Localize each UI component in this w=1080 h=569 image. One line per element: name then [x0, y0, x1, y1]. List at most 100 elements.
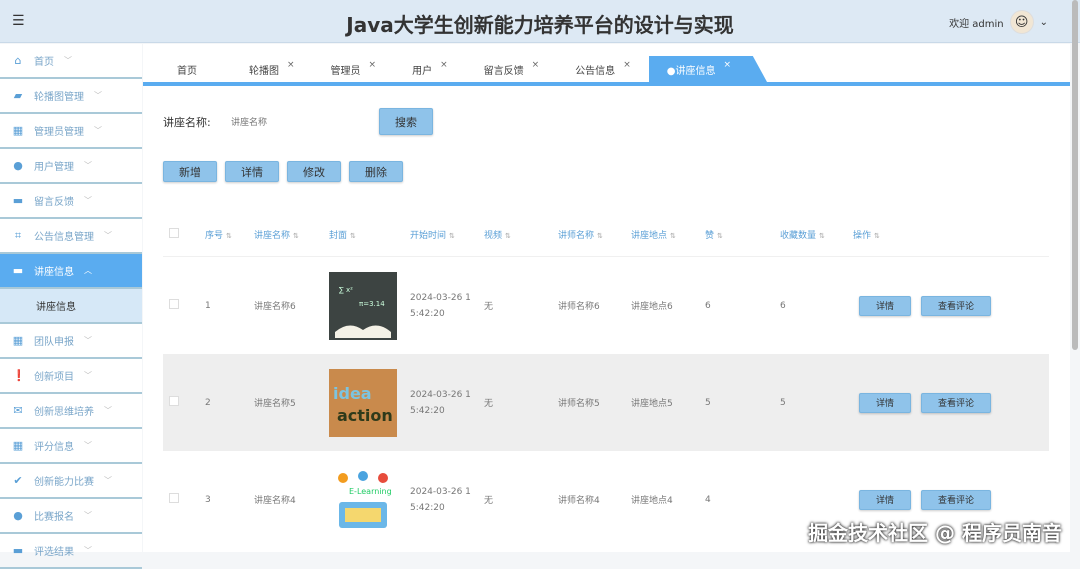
table-header: 序号 ⇅ 讲座名称 ⇅ 封面 ⇅ 开始时间 ⇅ 视频 ⇅ 讲师名称 ⇅ 讲座地点 ⇅ 赞 ⇅ 收藏数量 ⇅ 操作 ⇅ [163, 212, 1049, 257]
sidebar-item[interactable]: ❗ 创新项目 ﹀ [0, 359, 142, 394]
sidebar-subitem-lecture-info[interactable]: 讲座信息 [0, 289, 142, 324]
cell-time: 2024-03-26 1 5:42:20 [410, 389, 471, 416]
sort-icon[interactable]: ⇅ [350, 232, 356, 240]
column-header[interactable]: 讲座名称 ⇅ [254, 228, 329, 241]
chevron-down-icon: ﹀ [84, 371, 92, 380]
sort-icon[interactable]: ⇅ [226, 232, 232, 240]
tab[interactable]: 留言反馈 × [466, 56, 558, 82]
tab[interactable]: ●讲座信息 × [648, 56, 768, 82]
tab[interactable]: 管理员 × [313, 56, 395, 82]
table-row: 2 讲座名称5 idea action 2024-03-26 1 5:42:20 无… [163, 354, 1049, 451]
edit-button[interactable]: 修改 [287, 161, 341, 182]
sidebar-item[interactable]: ▬ 讲座信息 ︿ [0, 254, 142, 289]
lecture-table: 序号 ⇅ 讲座名称 ⇅ 封面 ⇅ 开始时间 ⇅ 视频 ⇅ 讲师名称 ⇅ 讲座地点 ⇅ 赞 ⇅ 收藏数量 ⇅ 操作 ⇅ … [163, 212, 1049, 548]
cover-image[interactable]: ∑ x² π=3.14 [329, 271, 397, 340]
select-all-checkbox[interactable] [169, 227, 179, 238]
cell-no: 3 [205, 494, 211, 505]
sidebar-item[interactable]: ▰ 轮播图管理 ﹀ [0, 79, 142, 114]
column-header[interactable]: 开始时间 ⇅ [410, 228, 484, 241]
sort-icon[interactable]: ⇅ [597, 232, 603, 240]
watermark: 掘金技术社区 @ 程序员南音 [808, 521, 1062, 545]
cell-teacher: 讲师名称4 [558, 496, 600, 506]
chevron-down-icon: ﹀ [94, 126, 102, 135]
scrollbar[interactable] [1072, 0, 1078, 350]
row-checkbox[interactable] [169, 396, 179, 406]
cell-likes: 6 [705, 300, 711, 311]
row-detail-button[interactable]: 详情 [859, 392, 911, 413]
sort-icon[interactable]: ⇅ [293, 232, 299, 240]
cell-favorites: 5 [780, 397, 786, 408]
tab[interactable]: 轮播图 × [231, 56, 313, 82]
briefcase-icon: ▰ [13, 88, 23, 102]
user-menu[interactable]: 欢迎 admin ☺ ⌄ [949, 10, 1048, 34]
cell-name: 讲座名称6 [254, 302, 296, 312]
tab[interactable]: 用户 × [394, 56, 466, 82]
sidebar-item[interactable]: ✉ 创新思维培养 ﹀ [0, 394, 142, 429]
sort-icon[interactable]: ⇅ [449, 232, 455, 240]
svg-text:π=3.14: π=3.14 [359, 300, 385, 308]
sidebar-item[interactable]: ▬ 留言反馈 ﹀ [0, 184, 142, 219]
cover-image[interactable]: idea action [329, 368, 397, 437]
cell-place: 讲座地点6 [631, 302, 673, 312]
row-detail-button[interactable]: 详情 [859, 295, 911, 316]
column-header[interactable]: 序号 ⇅ [205, 228, 254, 241]
sort-icon[interactable]: ⇅ [874, 232, 880, 240]
chevron-down-icon: ﹀ [84, 511, 92, 520]
sidebar-item[interactable]: ● 比赛报名 ﹀ [0, 499, 142, 534]
sort-icon[interactable]: ⇅ [717, 232, 723, 240]
delete-button[interactable]: 删除 [349, 161, 403, 182]
tab[interactable]: 首页 [143, 56, 231, 82]
sidebar-item[interactable]: ✔ 创新能力比赛 ﹀ [0, 464, 142, 499]
column-header[interactable]: 视频 ⇅ [484, 228, 558, 241]
close-icon[interactable]: × [369, 60, 377, 70]
column-header[interactable]: 收藏数量 ⇅ [780, 228, 853, 241]
sidebar-item[interactable]: ● 用户管理 ﹀ [0, 149, 142, 184]
close-icon[interactable]: × [440, 60, 448, 70]
cell-likes: 4 [705, 494, 711, 505]
row-detail-button[interactable]: 详情 [859, 489, 911, 510]
chevron-down-icon: ﹀ [94, 91, 102, 100]
sidebar-item[interactable]: ▦ 团队申报 ﹀ [0, 324, 142, 359]
sort-icon[interactable]: ⇅ [670, 232, 676, 240]
close-icon[interactable]: × [623, 60, 631, 70]
column-header[interactable]: 封面 ⇅ [329, 228, 410, 241]
sidebar-item[interactable]: ▦ 管理员管理 ﹀ [0, 114, 142, 149]
column-header[interactable]: 讲座地点 ⇅ [631, 228, 705, 241]
detail-button[interactable]: 详情 [225, 161, 279, 182]
view-comments-button[interactable]: 查看评论 [921, 392, 991, 413]
view-comments-button[interactable]: 查看评论 [921, 295, 991, 316]
cover-image[interactable]: E-Learning [329, 465, 397, 534]
table-row: 1 讲座名称6 ∑ x² π=3.14 2024-03-26 1 5:42:20 无… [163, 257, 1049, 354]
close-icon[interactable]: × [532, 60, 540, 70]
column-header[interactable]: 讲师名称 ⇅ [558, 228, 631, 241]
search-input[interactable] [231, 116, 379, 127]
sidebar-item[interactable]: ▦ 评分信息 ﹀ [0, 429, 142, 464]
cell-no: 2 [205, 397, 211, 408]
close-icon[interactable]: × [723, 60, 731, 70]
cell-video: 无 [484, 496, 494, 506]
chevron-down-icon: ﹀ [84, 336, 92, 345]
sort-icon[interactable]: ⇅ [505, 232, 511, 240]
view-comments-button[interactable]: 查看评论 [921, 489, 991, 510]
add-button[interactable]: 新增 [163, 161, 217, 182]
close-icon[interactable]: × [287, 60, 295, 70]
welcome-text: 欢迎 admin [949, 18, 1004, 30]
user-icon: ● [13, 158, 23, 172]
cell-place: 讲座地点5 [631, 399, 673, 409]
row-checkbox[interactable] [169, 299, 179, 309]
sort-icon[interactable]: ⇅ [819, 232, 825, 240]
header: ☰ Java大学生创新能力培养平台的设计与实现 欢迎 admin ☺ ⌄ [0, 0, 1080, 350]
row-checkbox[interactable] [169, 493, 179, 503]
sidebar-item[interactable]: ⌗ 公告信息管理 ﹀ [0, 219, 142, 254]
search-label: 讲座名称: [163, 115, 211, 129]
search-button[interactable]: 搜索 [379, 108, 433, 135]
avatar[interactable]: ☺ [1009, 10, 1034, 34]
message-icon: ▬ [12, 193, 24, 207]
chevron-down-icon: ﹀ [104, 476, 112, 485]
chevron-down-icon: ﹀ [104, 406, 112, 415]
sidebar-item[interactable]: ⌂ 首页 ﹀ [0, 44, 142, 79]
tab[interactable]: 公告信息 × [557, 56, 649, 82]
column-header[interactable]: 操作 ⇅ [853, 228, 1049, 241]
column-header[interactable]: 赞 ⇅ [705, 228, 780, 241]
chevron-down-icon: ﹀ [84, 196, 92, 205]
